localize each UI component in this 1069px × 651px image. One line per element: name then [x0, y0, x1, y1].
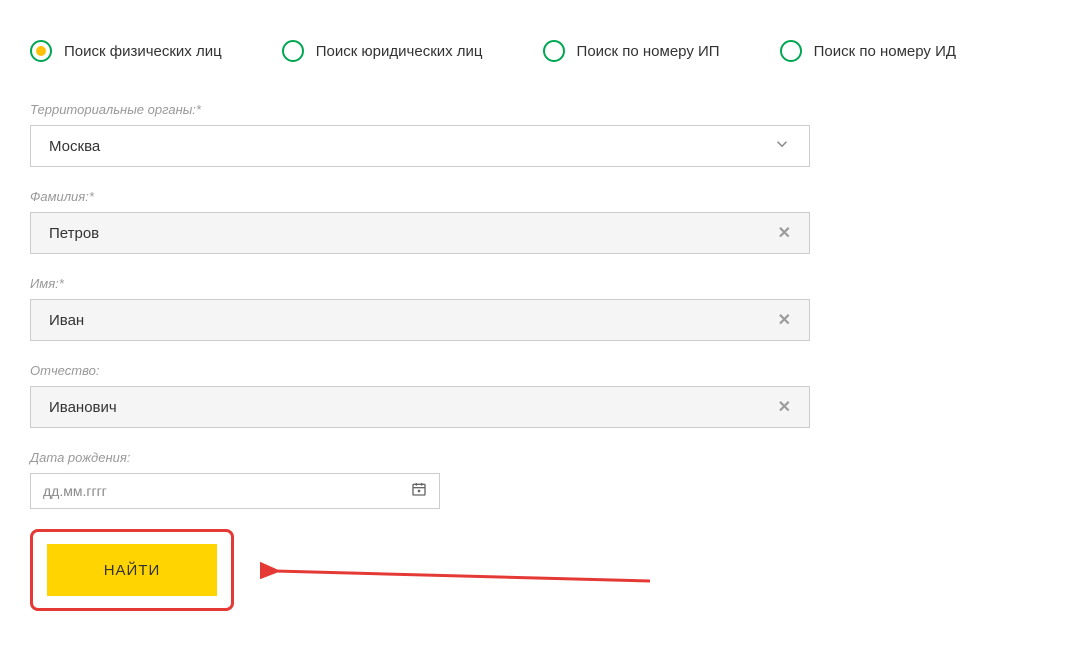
name-input[interactable]: Иван ✕ [30, 299, 810, 341]
territory-select[interactable]: Москва [30, 125, 810, 167]
field-label: Имя:* [30, 276, 810, 291]
field-patronymic: Отчество: Иванович ✕ [30, 363, 810, 428]
field-birthdate: Дата рождения: дд.мм.гггг [30, 450, 810, 509]
field-label: Дата рождения: [30, 450, 810, 465]
tab-label: Поиск по номеру ИД [814, 43, 956, 60]
tab-label: Поиск физических лиц [64, 43, 222, 60]
input-value: Петров [49, 225, 778, 242]
tab-id-number[interactable]: Поиск по номеру ИД [780, 40, 956, 62]
patronymic-input[interactable]: Иванович ✕ [30, 386, 810, 428]
select-value: Москва [49, 138, 773, 155]
tab-ip-number[interactable]: Поиск по номеру ИП [543, 40, 720, 62]
submit-highlight: НАЙТИ [30, 529, 234, 611]
radio-selected-icon [30, 40, 52, 62]
search-form: Территориальные органы:* Москва Фамилия:… [30, 102, 810, 611]
search-type-tabs: Поиск физических лиц Поиск юридических л… [30, 40, 1039, 62]
arrow-annotation-icon [260, 551, 660, 601]
clear-icon[interactable]: ✕ [778, 310, 791, 330]
field-name: Имя:* Иван ✕ [30, 276, 810, 341]
input-value: Иванович [49, 399, 778, 416]
field-label: Отчество: [30, 363, 810, 378]
field-label: Фамилия:* [30, 189, 810, 204]
clear-icon[interactable]: ✕ [778, 223, 791, 243]
radio-icon [543, 40, 565, 62]
search-button[interactable]: НАЙТИ [47, 544, 217, 596]
tab-individuals[interactable]: Поиск физических лиц [30, 40, 222, 62]
birthdate-input[interactable]: дд.мм.гггг [30, 473, 440, 509]
tab-label: Поиск юридических лиц [316, 43, 483, 60]
date-placeholder: дд.мм.гггг [43, 483, 107, 499]
radio-icon [282, 40, 304, 62]
chevron-down-icon [773, 135, 791, 158]
radio-icon [780, 40, 802, 62]
tab-label: Поиск по номеру ИП [577, 43, 720, 60]
tab-legal-entities[interactable]: Поиск юридических лиц [282, 40, 483, 62]
surname-input[interactable]: Петров ✕ [30, 212, 810, 254]
field-territory: Территориальные органы:* Москва [30, 102, 810, 167]
field-surname: Фамилия:* Петров ✕ [30, 189, 810, 254]
calendar-icon [411, 481, 427, 502]
field-label: Территориальные органы:* [30, 102, 810, 117]
input-value: Иван [49, 312, 778, 329]
clear-icon[interactable]: ✕ [778, 397, 791, 417]
